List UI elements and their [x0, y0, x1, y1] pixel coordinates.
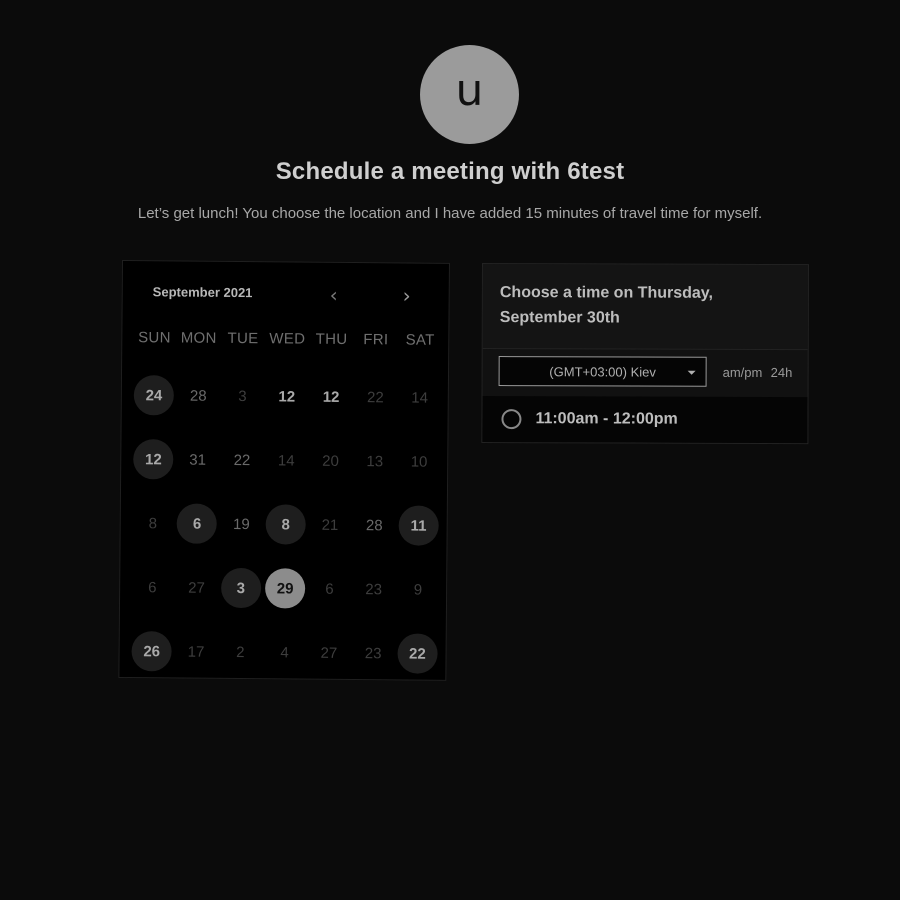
calendar-day-number: 17: [187, 643, 205, 661]
calendar-day-number: 24: [133, 375, 175, 416]
calendar-day-number: 6: [325, 580, 334, 598]
weekday-label: SAT: [405, 331, 435, 349]
calendar-day-number: 26: [131, 631, 172, 672]
calendar-day-number: 23: [364, 644, 382, 662]
calendar-day[interactable]: 12: [264, 364, 309, 428]
calendar-day-number: 3: [238, 387, 247, 405]
calendar-day: 17: [174, 619, 219, 683]
calendar-day[interactable]: 12: [309, 365, 354, 429]
calendar-day: 28: [176, 363, 221, 427]
calendar-day: 10: [397, 429, 442, 493]
weekday-label: WED: [269, 330, 306, 348]
calendar-day-number: 6: [148, 578, 157, 596]
calendar-day: 27: [174, 555, 219, 619]
calendar-day[interactable]: 24: [132, 363, 177, 427]
calendar-day-number: 29: [264, 568, 306, 609]
time-panel: Choose a time on Thursday, September 30t…: [481, 263, 809, 445]
time-slot[interactable]: 11:00am - 12:00pm: [482, 396, 808, 444]
calendar-day-number: 28: [365, 516, 383, 534]
calendar-day-number: 23: [365, 580, 383, 598]
caret-down-icon: [687, 370, 696, 375]
calendar-day: 13: [352, 429, 397, 493]
calendar-day-number: 12: [133, 439, 174, 480]
radio-icon[interactable]: [501, 409, 522, 430]
calendar-day: 8: [130, 491, 175, 555]
calendar-day[interactable]: 8: [263, 492, 308, 556]
calendar-day: 21: [308, 493, 353, 557]
calendar-day-number: 13: [366, 452, 384, 470]
avatar: u: [420, 45, 519, 144]
weekday-label: THU: [315, 330, 348, 348]
calendar-day: 19: [219, 492, 264, 556]
calendar-day: 6: [130, 555, 175, 619]
page-subtitle: Let’s get lunch! You choose the location…: [137, 205, 763, 222]
calendar-day-number: 2: [236, 643, 245, 661]
weekday-label: SUN: [138, 329, 171, 347]
calendar-day-number: 19: [232, 515, 250, 533]
format-ampm-toggle[interactable]: am/pm: [723, 365, 763, 380]
calendar-day-selected[interactable]: 29: [263, 556, 308, 620]
calendar-day-number: 22: [397, 633, 438, 674]
calendar-day-number: 20: [322, 452, 339, 470]
calendar-day[interactable]: 11: [396, 493, 441, 557]
calendar-day: 28: [352, 493, 397, 557]
calendar-day-number: 28: [189, 387, 207, 405]
time-panel-title: Choose a time on Thursday, September 30t…: [499, 284, 714, 327]
calendar-day-number: 12: [322, 388, 340, 406]
calendar-day-number: 31: [189, 451, 207, 469]
calendar-day: 22: [353, 365, 398, 429]
calendar-day[interactable]: 3: [218, 556, 263, 620]
chevron-right-icon[interactable]: ›: [395, 283, 419, 307]
calendar-day-number: 3: [220, 567, 262, 609]
calendar-day-number: 12: [278, 387, 296, 406]
calendar-day-number: 27: [188, 579, 205, 597]
timezone-select[interactable]: (GMT+03:00) Kiev: [498, 356, 707, 387]
calendar: September 2021 ‹ › SUN MON TUE WED THU F…: [118, 260, 450, 681]
calendar-month-label: September 2021: [152, 284, 253, 301]
calendar-day: 6: [307, 557, 352, 621]
calendar-day-number: 8: [148, 514, 158, 532]
timezone-value: (GMT+03:00) Kiev: [549, 363, 656, 380]
calendar-day[interactable]: 6: [175, 491, 220, 555]
calendar-day-number: 6: [176, 503, 218, 544]
weekday-label: MON: [180, 329, 217, 347]
calendar-days-grid: 24 28 3 12 12 22 14 12 31 22 14 20 13 10 8 6 19 8 21 28 11 6 2…: [129, 363, 442, 686]
calendar-day: 14: [397, 365, 442, 429]
avatar-initial: u: [455, 64, 484, 116]
calendar-day[interactable]: 22: [395, 621, 440, 685]
calendar-day[interactable]: 12: [131, 427, 176, 491]
calendar-day: 23: [351, 557, 396, 621]
calendar-day: 31: [175, 427, 220, 491]
chevron-left-icon[interactable]: ‹: [322, 283, 346, 307]
calendar-day-number: 8: [265, 504, 306, 545]
weekday-label: FRI: [363, 331, 389, 349]
calendar-day-number: 10: [410, 453, 428, 471]
format-24h-toggle[interactable]: 24h: [771, 365, 793, 380]
calendar-day-number: 14: [411, 389, 429, 407]
page-title: Schedule a meeting with 6test: [275, 158, 625, 185]
time-slot-label: 11:00am - 12:00pm: [535, 410, 678, 428]
calendar-day-number: 22: [233, 451, 251, 469]
calendar-day-number: 21: [321, 516, 339, 534]
calendar-day-number: 11: [398, 505, 439, 546]
weekday-label: TUE: [227, 329, 259, 348]
calendar-day: 2: [218, 620, 263, 684]
calendar-day: 22: [220, 428, 265, 492]
calendar-day-number: 4: [280, 643, 289, 661]
calendar-day-number: 22: [366, 388, 384, 406]
calendar-day: 20: [308, 429, 353, 493]
calendar-day-number: 14: [277, 451, 295, 470]
calendar-day: 14: [264, 428, 309, 492]
weekday-header: SUN MON TUE WED THU FRI SAT: [132, 329, 442, 349]
calendar-day: 3: [220, 364, 265, 428]
calendar-day-number: 27: [320, 644, 338, 662]
calendar-day: 9: [396, 557, 441, 621]
calendar-day[interactable]: 26: [129, 619, 174, 683]
calendar-day: 23: [351, 621, 396, 685]
time-panel-header: Choose a time on Thursday, September 30t…: [482, 264, 808, 351]
calendar-day: 27: [306, 621, 351, 685]
calendar-day: 4: [262, 620, 307, 684]
calendar-day-number: 9: [413, 581, 423, 599]
